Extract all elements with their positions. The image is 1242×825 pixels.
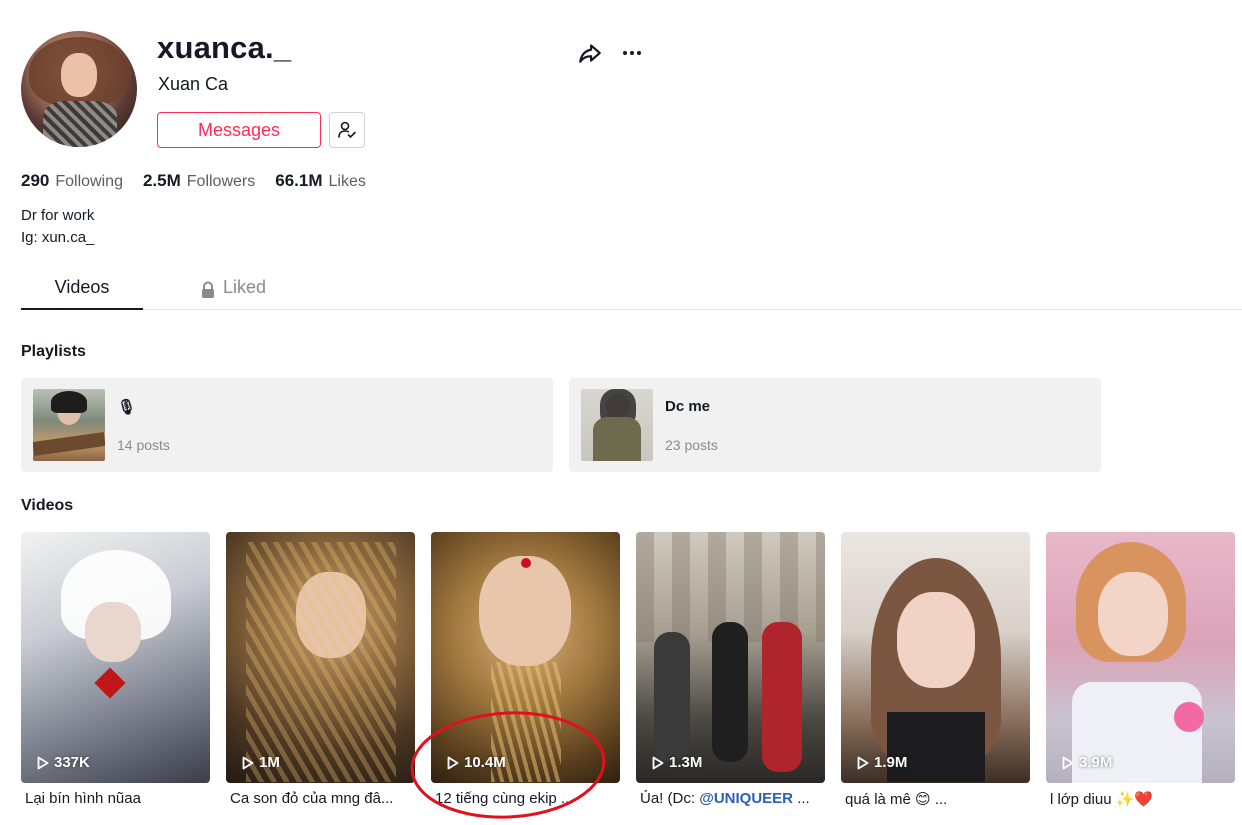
followers-label: Followers: [186, 173, 256, 190]
playlist-name: Dc me: [665, 398, 711, 415]
video-caption[interactable]: Ủa! (Dc: @UNIQUEER ...: [640, 790, 829, 807]
view-count-text: 337K: [54, 754, 90, 771]
playlist-name: 🎙: [117, 399, 137, 416]
tab-liked[interactable]: Liked: [173, 270, 293, 310]
playlist-card[interactable]: Dc me 23 posts: [569, 378, 1101, 472]
tab-videos[interactable]: Videos: [21, 270, 143, 310]
stat-followers[interactable]: 2.5M Followers: [143, 171, 255, 191]
video-caption[interactable]: quá là mê 😊 ...: [845, 790, 1034, 808]
playlists-heading: Playlists: [21, 343, 86, 360]
video-view-count: 337K: [37, 754, 90, 771]
bio-line: Dr for work: [21, 207, 95, 224]
play-icon: [652, 756, 664, 769]
videos-heading: Videos: [21, 497, 74, 514]
profile-tabs: Videos Liked: [21, 270, 1242, 310]
stat-following[interactable]: 290 Following: [21, 171, 123, 191]
playlist-card[interactable]: 🎙 14 posts: [21, 378, 553, 472]
video-card[interactable]: 337K: [21, 532, 210, 783]
video-card[interactable]: 1M: [226, 532, 415, 783]
video-view-count: 1.3M: [652, 754, 702, 771]
playlist-thumbnail: [33, 389, 105, 461]
video-caption[interactable]: Ca son đỏ của mng đâ...: [230, 790, 419, 807]
play-icon: [37, 756, 49, 769]
play-icon: [857, 756, 869, 769]
more-icon[interactable]: [619, 40, 645, 66]
profile-bio: Dr for work Ig: xun.ca_: [21, 205, 94, 249]
likes-count: 66.1M: [275, 171, 323, 190]
tab-videos-label: Videos: [54, 277, 110, 297]
video-view-count: 1M: [242, 754, 280, 771]
tab-liked-label: Liked: [222, 277, 267, 297]
view-count-text: 1.3M: [669, 754, 703, 771]
following-toggle-button[interactable]: [329, 112, 365, 148]
caption-text: Ủa! (Dc:: [640, 790, 700, 807]
video-caption[interactable]: Lại bín hình nũaa: [25, 790, 214, 807]
annotation-circle: [410, 711, 606, 819]
profile-nickname: Xuan Ca: [158, 74, 229, 94]
video-card[interactable]: 3.9M: [1046, 532, 1235, 783]
playlist-post-count: 14 posts: [117, 437, 170, 453]
view-count-text: 3.9M: [1079, 754, 1113, 771]
messages-button[interactable]: Messages: [157, 112, 321, 148]
bio-line: Ig: xun.ca_: [21, 229, 95, 246]
video-view-count: 3.9M: [1062, 754, 1112, 771]
playlist-thumbnail: [581, 389, 653, 461]
profile-stats: 290 Following 2.5M Followers 66.1M Likes: [21, 171, 366, 191]
view-count-text: 1M: [259, 754, 280, 771]
likes-label: Likes: [328, 173, 366, 190]
following-count: 290: [21, 171, 50, 190]
profile-avatar: [21, 31, 137, 147]
video-card[interactable]: 1.9M: [841, 532, 1030, 783]
caption-mention-link[interactable]: @UNIQUEER: [699, 790, 793, 807]
playlist-post-count: 23 posts: [665, 437, 718, 453]
stat-likes: 66.1M Likes: [275, 171, 366, 191]
share-icon[interactable]: [577, 40, 603, 66]
lock-icon: [201, 281, 214, 298]
follow-user-icon: [338, 121, 356, 139]
followers-count: 2.5M: [142, 171, 181, 190]
video-caption[interactable]: l lớp diuu ✨❤️: [1050, 790, 1239, 808]
play-icon: [1062, 756, 1074, 769]
profile-username: xuanca._: [157, 30, 292, 65]
video-card[interactable]: 1.3M: [636, 532, 825, 783]
play-icon: [242, 756, 254, 769]
view-count-text: 1.9M: [874, 754, 908, 771]
video-view-count: 1.9M: [857, 754, 907, 771]
following-label: Following: [55, 173, 123, 190]
caption-text: ...: [793, 790, 810, 807]
